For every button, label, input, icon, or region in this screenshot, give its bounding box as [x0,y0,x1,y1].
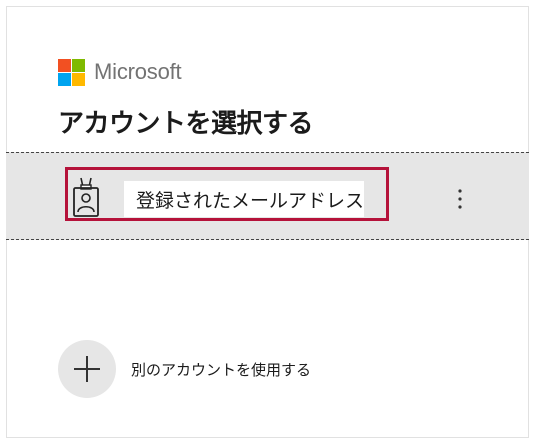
use-another-account-button[interactable]: 別のアカウントを使用する [58,340,311,398]
use-another-account-label: 別のアカウントを使用する [131,360,312,379]
microsoft-logo: Microsoft [58,58,182,86]
brand-name: Microsoft [94,59,182,84]
account-email: 登録されたメールアドレス [124,181,364,217]
add-account-circle [58,340,116,398]
more-options-button[interactable] [444,183,476,215]
account-picker-page: Microsoft アカウントを選択する 登録されたメールアドレス 別のアカウン… [0,0,543,448]
microsoft-logo-icon [58,58,85,86]
plus-icon [74,356,100,382]
badge-icon [73,177,99,217]
more-vertical-icon [458,189,462,209]
account-tile[interactable]: 登録されたメールアドレス [6,152,529,240]
page-title: アカウントを選択する [58,109,314,139]
